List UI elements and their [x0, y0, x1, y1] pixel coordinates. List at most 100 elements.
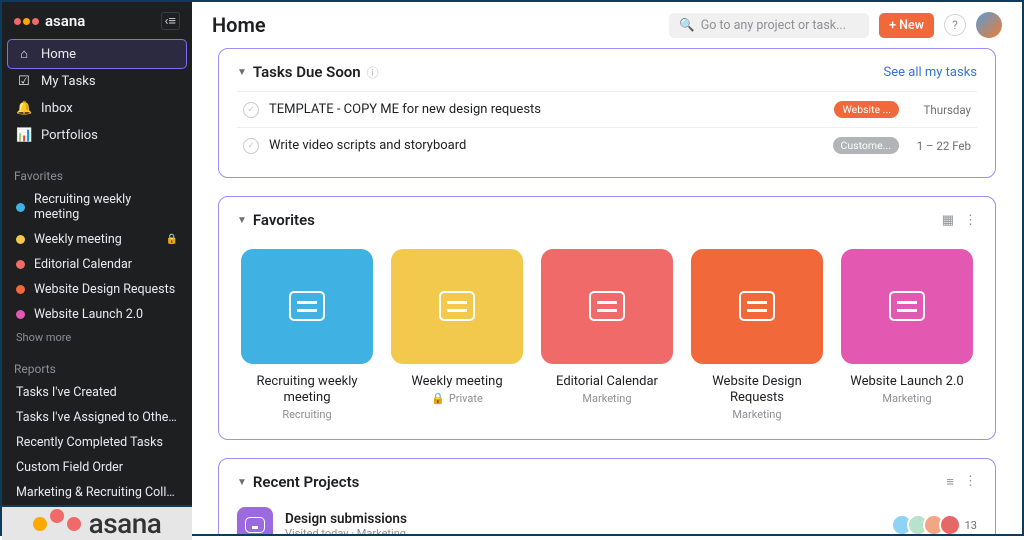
task-due-date: 1 – 22 Feb: [909, 139, 971, 153]
report-marketing-recruiting[interactable]: Marketing & Recruiting Collab...: [8, 480, 186, 505]
sidebar-fav-website-design[interactable]: Website Design Requests: [8, 277, 186, 302]
nav-portfolios[interactable]: 📊 Portfolios: [8, 122, 186, 149]
list-view-icon[interactable]: ⋮: [964, 213, 977, 228]
favorite-card-website-launch[interactable]: Website Launch 2.0 Marketing: [841, 249, 973, 421]
asana-banner-text: asana: [89, 507, 162, 540]
nav-home[interactable]: ⌂ Home: [8, 40, 186, 68]
favorite-card-title: Weekly meeting: [411, 374, 502, 390]
favorite-card-title: Editorial Calendar: [556, 374, 658, 390]
task-row[interactable]: ✓ TEMPLATE - COPY ME for new design requ…: [237, 91, 977, 127]
main-area: Home 🔍 Go to any project or task... + Ne…: [192, 2, 1022, 534]
tasks-due-soon-panel: ▼ Tasks Due Soon ⓘ See all my tasks ✓ TE…: [218, 48, 996, 178]
favorites-panel: ▼ Favorites ▦ ⋮ Recruiting weekly meetin…: [218, 196, 996, 440]
task-name: TEMPLATE - COPY ME for new design reques…: [269, 102, 824, 117]
sidebar-favorites-list: Recruiting weekly meeting Weekly meeting…: [2, 187, 192, 327]
more-icon[interactable]: ⋮: [964, 474, 977, 490]
sidebar-favorites-header: Favorites: [2, 159, 192, 187]
member-avatar: [939, 514, 961, 534]
member-count: 13: [965, 519, 977, 532]
check-circle-icon: ☑: [16, 74, 32, 89]
nav-label: Inbox: [41, 101, 73, 116]
project-dot-icon: [16, 310, 25, 319]
sidebar-fav-weekly-meeting[interactable]: Weekly meeting🔒: [8, 227, 186, 252]
panel-title: Tasks Due Soon: [253, 63, 361, 81]
favorite-card-title: Website Design Requests: [691, 374, 823, 407]
sidebar-reports-list: Tasks I've Created Tasks I've Assigned t…: [2, 380, 192, 505]
asana-dots-icon: [14, 18, 39, 25]
brand-logo[interactable]: asana: [14, 12, 85, 30]
collapse-sidebar-icon[interactable]: ‹≡: [161, 12, 181, 30]
list-icon: [589, 291, 625, 321]
panel-title: Favorites: [253, 211, 315, 229]
favorite-card-title: Recruiting weekly meeting: [241, 374, 373, 407]
favorite-card-sub: 🔒Private: [431, 392, 483, 405]
favorite-card-editorial[interactable]: Editorial Calendar Marketing: [541, 249, 673, 421]
project-dot-icon: [16, 260, 25, 269]
nav-inbox[interactable]: 🔔 Inbox: [8, 95, 186, 122]
bar-chart-icon: 📊: [16, 128, 32, 143]
page-title: Home: [212, 13, 266, 37]
task-check-icon[interactable]: ✓: [243, 102, 259, 118]
user-avatar[interactable]: [976, 12, 1002, 38]
sidebar-reports-header: Reports: [2, 352, 192, 380]
list-view-icon[interactable]: ≡: [946, 474, 954, 490]
project-dot-icon: [16, 285, 25, 294]
see-all-tasks-link[interactable]: See all my tasks: [884, 65, 977, 80]
show-more-link[interactable]: Show more: [2, 327, 192, 352]
help-button[interactable]: ?: [944, 14, 966, 36]
chevron-down-icon[interactable]: ▼: [237, 477, 247, 488]
project-tile-icon: [237, 507, 273, 534]
home-icon: ⌂: [16, 46, 32, 62]
list-icon: [245, 517, 265, 533]
board-icon: [739, 291, 775, 321]
list-icon: [289, 291, 325, 321]
favorite-card-sub: Marketing: [582, 392, 631, 405]
project-members[interactable]: 13: [897, 514, 977, 534]
nav-label: Portfolios: [41, 128, 98, 143]
sidebar-fav-recruiting-weekly[interactable]: Recruiting weekly meeting: [8, 187, 186, 227]
sidebar: asana ‹≡ ⌂ Home ☑ My Tasks 🔔 Inbox 📊 Por…: [2, 2, 192, 534]
nav-my-tasks[interactable]: ☑ My Tasks: [8, 68, 186, 95]
recent-project-title: Design submissions: [285, 511, 407, 527]
nav-label: My Tasks: [41, 74, 96, 89]
favorite-card-website-design[interactable]: Website Design Requests Marketing: [691, 249, 823, 421]
content-scroll: ▼ Tasks Due Soon ⓘ See all my tasks ✓ TE…: [192, 42, 1022, 534]
grid-view-icon[interactable]: ▦: [942, 213, 954, 228]
list-icon: [889, 291, 925, 321]
global-search[interactable]: 🔍 Go to any project or task...: [669, 13, 869, 38]
asana-banner: asana: [2, 505, 192, 540]
favorite-card-recruiting-weekly[interactable]: Recruiting weekly meeting Recruiting: [241, 249, 373, 421]
report-tasks-assigned[interactable]: Tasks I've Assigned to Others: [8, 405, 186, 430]
panel-title: Recent Projects: [253, 473, 359, 491]
report-recently-completed[interactable]: Recently Completed Tasks: [8, 430, 186, 455]
report-tasks-created[interactable]: Tasks I've Created: [8, 380, 186, 405]
report-custom-field-order[interactable]: Custom Field Order: [8, 455, 186, 480]
asana-logo-icon: [33, 517, 81, 531]
recent-projects-panel: ▼ Recent Projects ≡ ⋮ Design submissions…: [218, 458, 996, 534]
list-icon: [439, 291, 475, 321]
chevron-down-icon[interactable]: ▼: [237, 67, 247, 78]
task-name: Write video scripts and storyboard: [269, 138, 823, 153]
task-row[interactable]: ✓ Write video scripts and storyboard Cus…: [237, 127, 977, 163]
topbar: Home 🔍 Go to any project or task... + Ne…: [192, 2, 1022, 42]
new-button[interactable]: + New: [879, 13, 934, 38]
chevron-down-icon[interactable]: ▼: [237, 215, 247, 226]
sidebar-fav-website-launch[interactable]: Website Launch 2.0: [8, 302, 186, 327]
project-tag[interactable]: Custome...: [833, 137, 899, 154]
search-placeholder: Go to any project or task...: [701, 18, 846, 33]
task-check-icon[interactable]: ✓: [243, 138, 259, 154]
recent-project-row[interactable]: Design submissions Visited today · Marke…: [237, 501, 977, 534]
info-icon[interactable]: ⓘ: [367, 64, 379, 81]
nav-label: Home: [41, 47, 76, 62]
main-nav: ⌂ Home ☑ My Tasks 🔔 Inbox 📊 Portfolios: [2, 36, 192, 159]
sidebar-fav-editorial[interactable]: Editorial Calendar: [8, 252, 186, 277]
bell-icon: 🔔: [16, 101, 32, 116]
project-tag[interactable]: Website ...: [834, 101, 899, 118]
favorite-card-sub: Marketing: [882, 392, 931, 405]
lock-icon: 🔒: [431, 392, 445, 405]
task-due-date: Thursday: [909, 103, 971, 117]
project-dot-icon: [16, 203, 25, 212]
favorite-card-sub: Marketing: [732, 408, 781, 421]
favorite-card-weekly-meeting[interactable]: Weekly meeting 🔒Private: [391, 249, 523, 421]
brand-name: asana: [45, 12, 85, 30]
